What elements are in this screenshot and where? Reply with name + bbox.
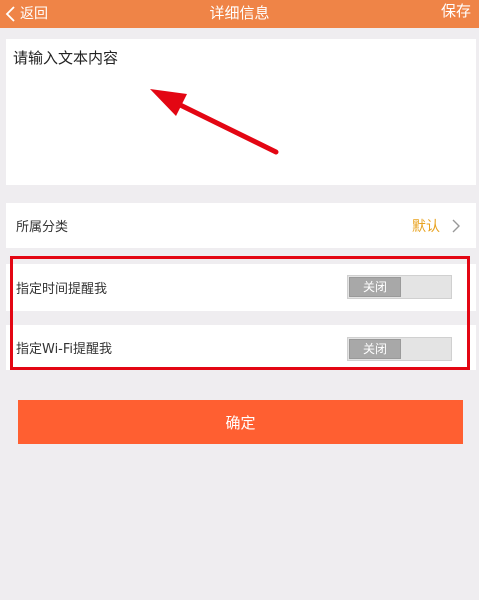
time-reminder-label: 指定时间提醒我 xyxy=(16,282,108,297)
detail-page: 返回 详细信息 保存 所属分类 默认 指定时间提醒我 关闭 指定Wi-Fi提醒我… xyxy=(0,0,479,600)
wifi-reminder-label: 指定Wi-Fi提醒我 xyxy=(16,342,113,357)
save-button[interactable]: 保存 xyxy=(441,0,471,24)
header-bar: 返回 详细信息 保存 xyxy=(0,0,479,28)
note-text-input[interactable] xyxy=(6,39,476,185)
category-row[interactable]: 所属分类 默认 xyxy=(6,203,476,248)
wifi-reminder-toggle-label: 关闭 xyxy=(349,339,401,359)
category-value: 默认 xyxy=(412,218,440,235)
time-reminder-toggle[interactable]: 关闭 xyxy=(347,275,452,299)
chevron-right-icon xyxy=(452,219,460,233)
page-title: 详细信息 xyxy=(209,4,270,22)
wifi-reminder-toggle[interactable]: 关闭 xyxy=(347,337,452,361)
note-card xyxy=(6,39,476,185)
confirm-button[interactable]: 确定 xyxy=(18,400,463,444)
time-reminder-row: 指定时间提醒我 关闭 xyxy=(6,264,476,311)
category-label: 所属分类 xyxy=(16,220,69,235)
time-reminder-toggle-label: 关闭 xyxy=(349,277,401,297)
wifi-reminder-row: 指定Wi-Fi提醒我 关闭 xyxy=(6,325,476,370)
